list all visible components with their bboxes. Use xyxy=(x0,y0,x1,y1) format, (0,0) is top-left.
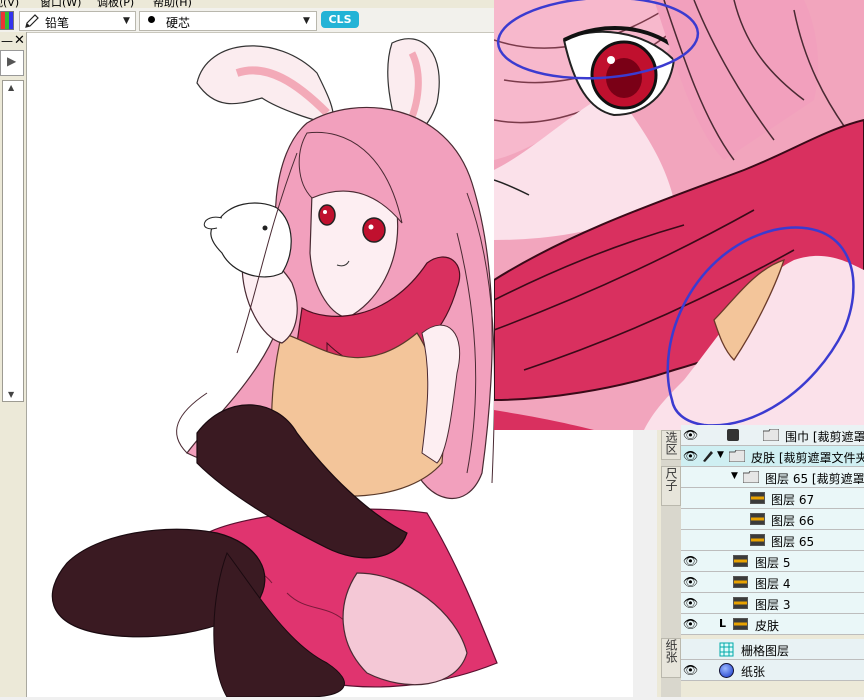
brush-tip-name: 硬芯 xyxy=(166,16,191,30)
tool-options-bar: 铅笔 ▼ 硬芯 ▼ CLS xyxy=(0,8,494,33)
grid-icon xyxy=(719,642,734,657)
layer-name: 图层 4 xyxy=(755,577,791,591)
pencil-icon xyxy=(25,14,39,28)
layer-name: 纸张 xyxy=(741,665,766,679)
layer-thumb-icon xyxy=(750,534,765,546)
layer-row[interactable]: 图层 66 xyxy=(681,509,864,530)
navigator-arrow-button[interactable]: ▶ xyxy=(0,50,24,76)
minimize-icon[interactable]: — xyxy=(1,34,13,48)
menu-window[interactable]: 窗口(W) xyxy=(40,0,81,8)
layer-thumb-icon xyxy=(750,492,765,504)
brush-tip-select[interactable]: 硬芯 ▼ xyxy=(139,11,317,31)
layer-row[interactable]: 图层 67 xyxy=(681,488,864,509)
menu-palette[interactable]: 调板(P) xyxy=(97,0,134,8)
tab-paper-label: 纸张 xyxy=(664,639,678,663)
layer-thumb-icon xyxy=(733,618,748,630)
layer-name: 图层 3 xyxy=(755,598,791,612)
layer-name: 图层 67 xyxy=(771,493,815,507)
layer-thumb-icon xyxy=(750,513,765,525)
menu-help[interactable]: 帮助(H) xyxy=(153,0,192,8)
lock-icon[interactable] xyxy=(727,429,739,441)
eye-icon[interactable]: 👁 xyxy=(683,596,698,610)
layer-name: 图层 65 [裁剪遮罩 xyxy=(765,472,864,486)
eye-icon[interactable]: 👁 xyxy=(683,449,698,463)
chevron-right-icon: ▶ xyxy=(7,54,17,68)
layer-row[interactable]: 👁 L 皮肤 xyxy=(681,614,864,635)
tab-selection[interactable]: 选区 xyxy=(661,430,681,460)
layer-name: 皮肤 xyxy=(755,619,780,633)
tab-paper[interactable]: 纸张 xyxy=(661,638,681,678)
brush-dot-icon xyxy=(148,16,155,23)
left-panel: — ✕ ▶ ▲ ▼ xyxy=(0,32,27,697)
eye-icon[interactable]: 👁 xyxy=(683,554,698,568)
close-icon[interactable]: ✕ xyxy=(14,33,25,48)
layer-thumb-icon xyxy=(733,576,748,588)
paper-icon xyxy=(719,663,734,678)
layer-row[interactable]: 👁 图层 5 xyxy=(681,551,864,572)
scroll-down-icon[interactable]: ▼ xyxy=(8,390,14,399)
layer-row[interactable]: 👁 纸张 xyxy=(681,660,864,681)
tool-name: 铅笔 xyxy=(45,16,70,30)
layer-name: 图层 65 xyxy=(771,535,815,549)
layer-row[interactable]: 图层 65 xyxy=(681,530,864,551)
collapse-arrow-icon[interactable]: ▼ xyxy=(731,471,738,481)
layer-name: 图层 5 xyxy=(755,556,791,570)
scroll-up-icon[interactable]: ▲ xyxy=(8,83,14,92)
zoom-illustration xyxy=(494,0,864,430)
folder-open-icon xyxy=(743,471,759,483)
clip-marker-icon: L xyxy=(719,617,727,630)
layer-name: 栅格图层 xyxy=(741,644,790,658)
eye-icon[interactable]: 👁 xyxy=(683,428,698,442)
tab-selection-label: 选区 xyxy=(664,431,678,455)
layer-name: 皮肤 [裁剪遮罩文件夹 xyxy=(751,451,864,465)
layer-thumb-icon xyxy=(733,555,748,567)
zoom-detail-panel xyxy=(494,0,864,430)
folder-open-icon xyxy=(729,450,745,462)
layer-row[interactable]: 👁 围巾 [裁剪遮罩 xyxy=(681,425,864,446)
chevron-down-icon: ▼ xyxy=(123,16,130,26)
layer-row[interactable]: 栅格图层 xyxy=(681,639,864,660)
cls-logo: CLS xyxy=(321,11,359,28)
eye-icon[interactable]: 👁 xyxy=(683,575,698,589)
color-icon[interactable] xyxy=(0,11,14,30)
brush-icon xyxy=(703,451,713,462)
layer-side-tabs: 选区 尺子 纸张 xyxy=(661,430,681,697)
layer-thumb-icon xyxy=(733,597,748,609)
layer-row[interactable]: 👁 图层 4 xyxy=(681,572,864,593)
folder-icon xyxy=(763,429,779,441)
menu-bar: 视(V) 窗口(W) 调板(P) 帮助(H) xyxy=(0,0,494,8)
layer-name: 围巾 [裁剪遮罩 xyxy=(785,430,864,444)
menu-view[interactable]: 视(V) xyxy=(0,0,19,8)
tab-ruler[interactable]: 尺子 xyxy=(661,466,681,506)
tool-select[interactable]: 铅笔 ▼ xyxy=(19,11,136,31)
layer-row[interactable]: ▼ 图层 65 [裁剪遮罩 xyxy=(681,467,864,488)
layer-row[interactable]: 👁 图层 3 xyxy=(681,593,864,614)
layer-row-selected[interactable]: 👁 ▼ 皮肤 [裁剪遮罩文件夹 xyxy=(681,446,864,467)
left-panel-list[interactable]: ▲ ▼ xyxy=(2,80,24,402)
chevron-down-icon: ▼ xyxy=(303,16,310,26)
collapse-arrow-icon[interactable]: ▼ xyxy=(717,450,724,460)
layer-name: 图层 66 xyxy=(771,514,815,528)
eye-icon[interactable]: 👁 xyxy=(683,663,698,677)
tab-ruler-label: 尺子 xyxy=(664,467,678,491)
eye-icon[interactable]: 👁 xyxy=(683,617,698,631)
